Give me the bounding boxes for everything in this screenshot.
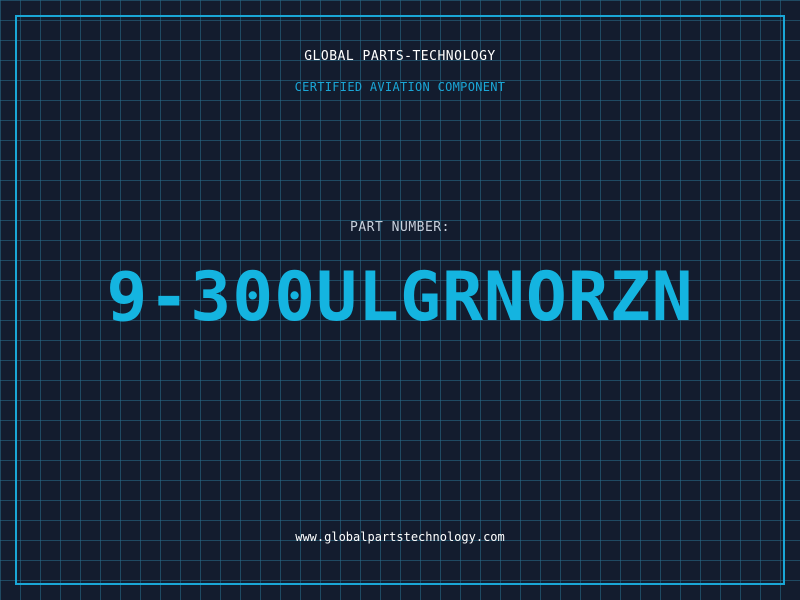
part-label-card: GLOBAL PARTS-TECHNOLOGY CERTIFIED AVIATI…	[0, 0, 800, 600]
part-number-value: 9-300ULGRNORZN	[106, 258, 694, 337]
certification-subtitle: CERTIFIED AVIATION COMPONENT	[294, 80, 506, 94]
website-link[interactable]: www.globalpartstechnology.com	[0, 530, 800, 544]
brand-name: GLOBAL PARTS-TECHNOLOGY	[304, 49, 496, 64]
part-number-label: PART NUMBER:	[350, 220, 450, 235]
